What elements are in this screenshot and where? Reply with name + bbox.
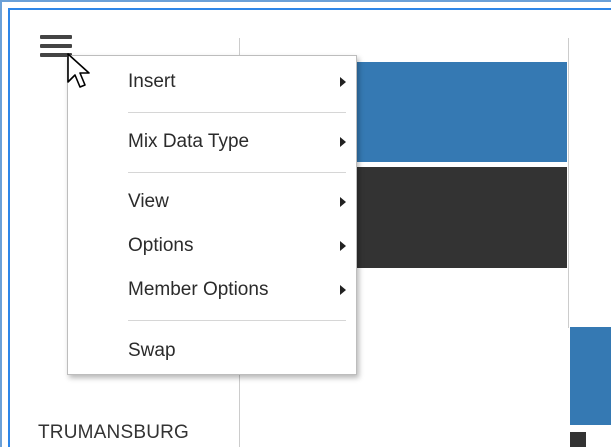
menu-item-mix-data-type[interactable]: Mix Data Type bbox=[68, 126, 356, 158]
menu-item-label: Insert bbox=[128, 71, 176, 92]
bar-dark-small[interactable] bbox=[570, 432, 586, 447]
context-menu: Insert Mix Data Type View Options Member… bbox=[67, 55, 357, 375]
menu-item-view[interactable]: View bbox=[68, 186, 356, 218]
submenu-arrow-icon bbox=[340, 241, 346, 251]
bar-blue-top[interactable] bbox=[357, 62, 567, 162]
menu-item-member-options[interactable]: Member Options bbox=[68, 274, 356, 306]
menu-item-label: Options bbox=[128, 235, 194, 256]
menu-item-label: Swap bbox=[128, 340, 176, 361]
menu-separator bbox=[128, 172, 346, 173]
grid-divider bbox=[568, 38, 569, 328]
row-header-label[interactable]: TRUMANSBURG bbox=[38, 422, 189, 444]
menu-item-insert[interactable]: Insert bbox=[68, 66, 356, 98]
submenu-arrow-icon bbox=[340, 197, 346, 207]
menu-item-swap[interactable]: Swap bbox=[68, 335, 356, 367]
menu-item-options[interactable]: Options bbox=[68, 230, 356, 262]
bar-dark[interactable] bbox=[357, 167, 567, 268]
menu-separator bbox=[128, 320, 346, 321]
submenu-arrow-icon bbox=[340, 285, 346, 295]
menu-item-label: Member Options bbox=[128, 279, 269, 300]
submenu-arrow-icon bbox=[340, 137, 346, 147]
submenu-arrow-icon bbox=[340, 77, 346, 87]
menu-item-label: Mix Data Type bbox=[128, 131, 250, 152]
mouse-cursor-icon bbox=[67, 53, 90, 88]
menu-separator bbox=[128, 112, 346, 113]
menu-item-label: View bbox=[128, 191, 169, 212]
bar-blue-bottom[interactable] bbox=[570, 327, 611, 425]
